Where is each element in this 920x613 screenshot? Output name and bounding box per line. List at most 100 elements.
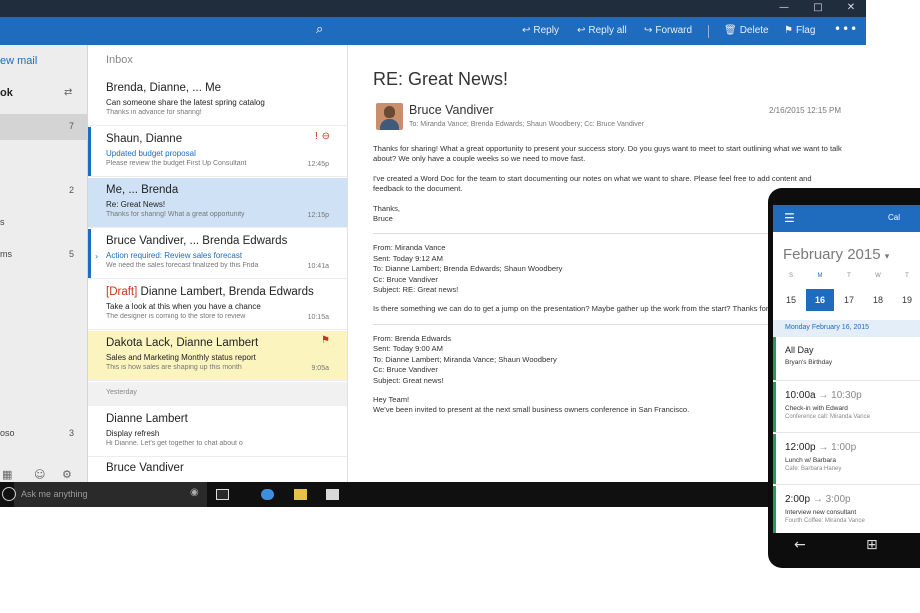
- phone-device: ☰ Cal February 2015 ▾ S M T W T 15 16 17…: [768, 188, 920, 568]
- weekday-label: T: [847, 273, 851, 279]
- folder-item[interactable]: 2: [0, 178, 87, 204]
- title-bar: — □ ✕: [0, 0, 866, 17]
- quoted-subject: Subject: Great news!: [373, 375, 444, 385]
- day-header: Monday February 16, 2015: [773, 320, 920, 337]
- maximize-button[interactable]: □: [804, 0, 832, 17]
- search-placeholder: Ask me anything: [21, 489, 88, 499]
- folder-item-account-bottom[interactable]: oso 3: [0, 421, 87, 447]
- message-time: 10:15a: [307, 314, 329, 321]
- message-subject: Re: Great News!: [106, 200, 166, 209]
- flag-icon[interactable]: ⚑: [321, 335, 330, 346]
- cortana-icon[interactable]: [2, 487, 16, 501]
- month-title[interactable]: February 2015 ▾: [783, 246, 889, 263]
- event-title: Check-in with Edward: [785, 405, 848, 412]
- new-mail-button[interactable]: ew mail: [0, 55, 37, 67]
- forward-button[interactable]: ↪ Forward: [644, 25, 692, 36]
- message-from: Bruce Vandiver: [106, 462, 184, 474]
- calendar-day[interactable]: 17: [835, 289, 863, 311]
- quoted-from: From: Brenda Edwards: [373, 333, 452, 343]
- close-button[interactable]: ✕: [837, 0, 865, 17]
- message-from: Dakota Lack, Dianne Lambert: [106, 337, 259, 349]
- folder-label: s: [0, 217, 5, 227]
- message-subject: Can someone share the latest spring cata…: [106, 98, 265, 107]
- sender-avatar[interactable]: [376, 103, 403, 130]
- sync-icon[interactable]: ⇄: [64, 87, 72, 98]
- message-from: Bruce Vandiver, ... Brenda Edwards: [106, 235, 288, 247]
- task-view-icon[interactable]: [216, 489, 229, 500]
- all-day-event[interactable]: All Day Bryan's Birthday: [773, 337, 920, 381]
- phone-nav-bar: ← ⊞: [768, 533, 920, 563]
- store-icon[interactable]: [326, 489, 339, 500]
- windows-icon[interactable]: ⊞: [866, 537, 878, 553]
- hamburger-menu-icon[interactable]: ☰: [784, 211, 795, 225]
- event-title: Interview new consultant: [785, 509, 857, 516]
- message-item[interactable]: Dianne Lambert Display refresh Hi Dianne…: [88, 407, 347, 457]
- folder-item-inbox[interactable]: 7: [0, 114, 87, 140]
- flag-button[interactable]: ⚑ Flag: [784, 25, 815, 36]
- message-item[interactable]: Brenda, Dianne, ... Me Can someone share…: [88, 76, 347, 126]
- flag-label: Flag: [795, 25, 816, 36]
- message-subject: Take a look at this when you have a chan…: [106, 302, 261, 311]
- delete-label: Delete: [739, 25, 769, 36]
- event-location: Conference call: Miranda Vance: [785, 414, 870, 420]
- message-item-selected[interactable]: Me, ... Brenda Re: Great News! Thanks fo…: [88, 178, 347, 228]
- calendar-event[interactable]: 2:00p → 3:00p Interview new consultant F…: [773, 486, 920, 533]
- calendar-day[interactable]: 19: [893, 289, 920, 311]
- people-icon[interactable]: ☺: [34, 468, 45, 481]
- event-start: 12:00p: [785, 442, 816, 453]
- message-from: Me, ... Brenda: [106, 184, 179, 196]
- more-options-icon[interactable]: •••: [834, 22, 858, 36]
- folder-item[interactable]: ms 5: [0, 242, 87, 268]
- event-end: → 10:30p: [818, 390, 862, 401]
- microphone-icon[interactable]: ◉: [190, 487, 199, 498]
- message-item[interactable]: ! ⊖ Shaun, Dianne Updated budget proposa…: [88, 127, 347, 177]
- minimize-button[interactable]: —: [770, 0, 798, 17]
- search-icon[interactable]: ⌕: [316, 22, 323, 37]
- edge-icon[interactable]: [261, 489, 274, 500]
- reply-all-button[interactable]: ↩ Reply all: [577, 25, 627, 36]
- toolbar-separator: [708, 25, 709, 38]
- flag-icon: ⚑: [784, 25, 793, 36]
- folder-item[interactable]: [0, 146, 87, 172]
- delete-icon: 🗑: [724, 25, 737, 36]
- calendar-day-selected[interactable]: 16: [806, 289, 834, 311]
- message-item-flagged[interactable]: ⚑ Dakota Lack, Dianne Lambert Sales and …: [88, 331, 347, 381]
- settings-icon[interactable]: ⚙: [62, 468, 72, 481]
- message-item[interactable]: › Bruce Vandiver, ... Brenda Edwards Act…: [88, 229, 347, 279]
- back-icon[interactable]: ←: [794, 537, 806, 553]
- expand-thread-icon[interactable]: ›: [95, 252, 98, 261]
- file-explorer-icon[interactable]: [294, 489, 307, 500]
- avatar-body: [380, 119, 399, 130]
- sender-name[interactable]: Bruce Vandiver: [409, 103, 494, 117]
- draft-label: [Draft]: [106, 286, 138, 298]
- message-time: 10:41a: [307, 263, 329, 270]
- message-item[interactable]: [Draft] Dianne Lambert, Brenda Edwards T…: [88, 280, 347, 330]
- calendar-icon[interactable]: ▦: [2, 468, 12, 481]
- calendar-event[interactable]: 12:00p → 1:00p Lunch w/ Barbara Cafe: Ba…: [773, 434, 920, 485]
- recipients: To: Miranda Vance; Brenda Edwards; Shaun…: [409, 121, 645, 128]
- message-subject: Action required: Review sales forecast: [106, 251, 243, 260]
- nav-bottom-bar: ▦ ☺ ⚙: [0, 468, 87, 482]
- account-name[interactable]: ok: [0, 87, 13, 99]
- folder-item[interactable]: s: [0, 210, 87, 236]
- taskbar-search[interactable]: Ask me anything ◉: [14, 482, 207, 507]
- message-from: [Draft] Dianne Lambert, Brenda Edwards: [106, 286, 314, 298]
- email-date: 2/16/2015 12:15 PM: [769, 106, 842, 115]
- calendar-day[interactable]: 18: [864, 289, 892, 311]
- folder-label: ms: [0, 249, 12, 259]
- message-item[interactable]: Bruce Vandiver: [88, 456, 347, 482]
- day-header-label: Monday February 16, 2015: [785, 324, 870, 331]
- delete-button[interactable]: 🗑 Delete: [724, 25, 769, 36]
- message-preview: Please review the budget First Up Consul…: [106, 160, 247, 167]
- event-title: Lunch w/ Barbara: [785, 457, 836, 464]
- mail-window: — □ ✕ ⌕ ↩ Reply ↩ Reply all ↪ Forward 🗑 Dele…: [0, 0, 866, 482]
- phone-app-bar: ☰ Cal: [773, 205, 920, 232]
- quoted-from: From: Miranda Vance: [373, 243, 446, 253]
- calendar-day[interactable]: 15: [777, 289, 805, 311]
- weekday-label: S: [788, 273, 793, 279]
- message-preview: Thanks in advance for sharing!: [106, 109, 202, 116]
- reply-button[interactable]: ↩ Reply: [522, 25, 559, 36]
- calendar-event[interactable]: 10:00a → 10:30p Check-in with Edward Con…: [773, 382, 920, 433]
- message-from: Dianne Lambert: [106, 413, 188, 425]
- message-subject: Sales and Marketing Monthly status repor…: [106, 353, 256, 362]
